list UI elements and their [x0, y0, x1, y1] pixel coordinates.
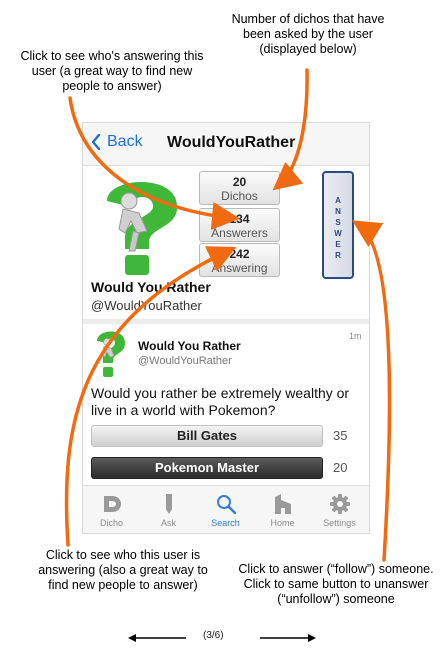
card-avatar [97, 331, 125, 377]
choice-count: 35 [333, 428, 348, 443]
answerers-label: Answerers [211, 226, 268, 240]
search-icon [216, 495, 236, 515]
dicho-timestamp: 1m [349, 331, 362, 341]
tab-label: Home [270, 518, 295, 528]
tab-label: Dicho [99, 518, 123, 528]
answering-count: 242 [229, 247, 250, 261]
dichos-stat-button[interactable]: 20 Dichos [199, 171, 280, 205]
dichos-count: 20 [232, 175, 247, 189]
tab-label: Ask [160, 518, 176, 528]
dicho-question: Would you rather be extremely wealthy or… [91, 385, 350, 418]
answerers-stat-button[interactable]: 134 Answerers [199, 208, 280, 242]
answer-letter: S [335, 218, 341, 227]
tab-label: Search [211, 518, 240, 528]
chevron-left-icon [91, 134, 101, 150]
gear-icon [329, 494, 350, 514]
answer-letter: W [334, 229, 342, 238]
tab-bar: Dicho Ask Search Home Settings [83, 485, 369, 533]
tab-ask[interactable]: Ask [140, 492, 197, 528]
dichos-label: Dichos [221, 189, 258, 203]
navigation-bar: Back WouldYouRather [83, 123, 369, 166]
profile-handle: @WouldYouRather [91, 298, 202, 313]
back-label: Back [107, 133, 143, 150]
answer-button-label: A N S W E R [324, 195, 352, 261]
dicho-author-handle: @WouldYouRather [138, 355, 232, 367]
dichos-annotation: Number of dichos that have been asked by… [231, 12, 385, 56]
phone-screen: Back WouldYouRather 20 Dichos 134 Answer… [82, 122, 370, 534]
answering-stat-button[interactable]: 242 Answering [199, 243, 280, 277]
choice-button[interactable]: Bill Gates [91, 425, 323, 447]
answer-annotation: Click to answer (“follow”) someone. Clic… [238, 562, 434, 606]
page-number: (3/6) [203, 630, 224, 641]
answer-letter: E [335, 240, 341, 249]
home-icon [274, 494, 291, 514]
tab-settings[interactable]: Settings [311, 492, 368, 528]
arrow-right-icon [308, 634, 316, 642]
profile-name: Would You Rather [91, 279, 211, 295]
dicho-author-name[interactable]: Would You Rather [138, 339, 241, 353]
answer-letter: N [335, 207, 341, 216]
pager: (3/6) [0, 628, 448, 648]
answer-letter: A [335, 196, 341, 205]
tab-search[interactable]: Search [197, 492, 254, 528]
profile-avatar [107, 182, 178, 275]
answerers-count: 134 [229, 212, 250, 226]
tab-label: Settings [323, 518, 356, 528]
arrow-left-icon [128, 634, 136, 642]
page-title: WouldYouRather [167, 134, 296, 151]
answer-letter: R [335, 251, 341, 260]
tab-dicho[interactable]: Dicho [83, 492, 140, 528]
choice-button[interactable]: Pokemon Master [91, 457, 323, 479]
tab-home[interactable]: Home [254, 492, 311, 528]
pencil-icon [165, 494, 172, 514]
section-divider [83, 319, 369, 324]
back-button[interactable]: Back [91, 133, 143, 151]
answer-button[interactable]: A N S W E R [322, 171, 354, 279]
pager-arrows [128, 634, 316, 642]
answering-annotation: Click to see who this user is answering … [38, 548, 208, 592]
dicho-logo-icon [103, 496, 121, 512]
choice-count: 20 [333, 460, 348, 475]
answering-label: Answering [211, 261, 268, 275]
answerers-annotation: Click to see who's answering this user (… [20, 49, 204, 93]
